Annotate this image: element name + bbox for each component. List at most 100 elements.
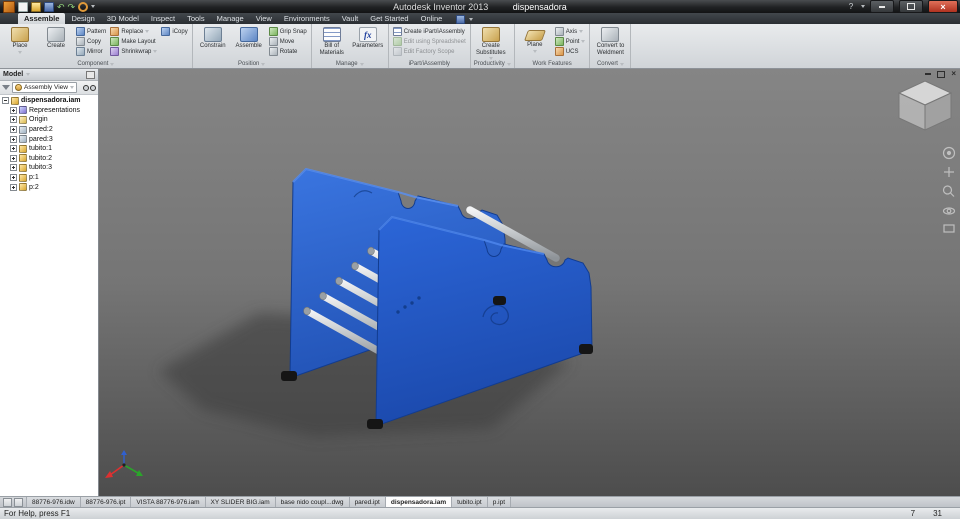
tab-environments[interactable]: Environments bbox=[278, 13, 336, 24]
doc-restore-icon[interactable] bbox=[937, 70, 946, 78]
copy-button[interactable]: Copy bbox=[75, 37, 107, 46]
doc-tab-8[interactable]: p.ipt bbox=[487, 497, 512, 507]
tree-node-tubito1[interactable]: tubito:1 bbox=[0, 144, 98, 154]
doc-tab-0[interactable]: 88776-976.idw bbox=[27, 497, 81, 507]
3d-scene-canvas[interactable] bbox=[99, 69, 960, 496]
component-group-label[interactable]: Component bbox=[3, 60, 189, 68]
orbit-icon[interactable] bbox=[942, 207, 956, 215]
doc-tab-6-active[interactable]: dispensadora.iam bbox=[385, 497, 453, 507]
qat-dropdown-icon[interactable] bbox=[91, 5, 96, 8]
create-ipart-button[interactable]: Create iPart/iAssembly bbox=[392, 27, 467, 36]
assemble-button[interactable]: Assemble bbox=[232, 25, 266, 50]
doc-tab-2[interactable]: VISTA 88776-976.iam bbox=[131, 497, 206, 507]
tree-node-representations[interactable]: Representations bbox=[0, 106, 98, 116]
shrinkwrap-button[interactable]: Shrinkwrap bbox=[109, 47, 158, 56]
tab-3d-model[interactable]: 3D Model bbox=[101, 13, 145, 24]
grip-snap-button[interactable]: Grip Snap bbox=[268, 27, 308, 36]
update-icon[interactable] bbox=[78, 1, 89, 12]
filter-icon[interactable] bbox=[2, 85, 10, 90]
tree-node-origin[interactable]: Origin bbox=[0, 115, 98, 125]
view-mode-dropdown[interactable]: Assembly View bbox=[12, 82, 77, 93]
move-button[interactable]: Move bbox=[268, 37, 308, 46]
tab-assemble[interactable]: Assemble bbox=[18, 13, 66, 24]
help-dropdown-icon[interactable] bbox=[861, 5, 865, 8]
open-file-icon[interactable] bbox=[31, 1, 41, 12]
browser-tree[interactable]: dispensadora.iam Representations Origin … bbox=[0, 95, 98, 496]
doc-close-icon[interactable]: × bbox=[951, 70, 956, 78]
help-icon[interactable]: ? bbox=[846, 2, 856, 11]
ribbon-options-icon[interactable] bbox=[469, 18, 474, 21]
tree-expander[interactable] bbox=[10, 135, 17, 143]
tree-expander[interactable] bbox=[10, 116, 17, 124]
3d-viewport[interactable]: × bbox=[99, 69, 960, 496]
convert-to-weldment-button[interactable]: Convert to Weldment bbox=[593, 25, 627, 56]
axis-button[interactable]: Axis bbox=[554, 27, 587, 36]
create-substitutes-button[interactable]: Create Substitutes bbox=[474, 25, 508, 60]
doc-tab-1[interactable]: 88776-976.ipt bbox=[80, 497, 132, 507]
inventor-logo-icon[interactable] bbox=[3, 0, 15, 13]
tab-inspect[interactable]: Inspect bbox=[145, 13, 181, 24]
place-button[interactable]: Place bbox=[3, 25, 37, 54]
tree-node-tubito2[interactable]: tubito:2 bbox=[0, 154, 98, 164]
tree-expander[interactable] bbox=[10, 174, 17, 182]
mirror-button[interactable]: Mirror bbox=[75, 47, 107, 56]
doc-tab-4[interactable]: base nido coupl...dwg bbox=[275, 497, 350, 507]
tree-expander[interactable] bbox=[10, 106, 17, 114]
tab-get-started[interactable]: Get Started bbox=[364, 13, 414, 24]
convert-group-label[interactable]: Convert bbox=[593, 60, 627, 68]
pan-icon[interactable] bbox=[944, 167, 954, 177]
look-at-icon[interactable] bbox=[943, 224, 955, 233]
navigation-wheel-icon[interactable] bbox=[942, 146, 956, 160]
tab-list-icon[interactable] bbox=[3, 497, 12, 507]
doc-minimize-icon[interactable] bbox=[925, 73, 932, 75]
create-button[interactable]: Create bbox=[39, 25, 73, 50]
close-button[interactable]: × bbox=[928, 0, 958, 13]
work-features-group-label[interactable]: Work Features bbox=[518, 60, 587, 68]
new-file-icon[interactable] bbox=[18, 1, 28, 12]
position-group-label[interactable]: Position bbox=[196, 60, 308, 68]
tree-node-tubito3[interactable]: tubito:3 bbox=[0, 163, 98, 173]
redo-icon[interactable]: ↷ bbox=[68, 2, 76, 11]
manage-group-label[interactable]: Manage bbox=[315, 60, 385, 68]
tree-expander[interactable] bbox=[10, 164, 17, 172]
tab-online[interactable]: Online bbox=[415, 13, 449, 24]
tab-arrange-icon[interactable] bbox=[14, 497, 23, 507]
tree-node-pared2[interactable]: pared:2 bbox=[0, 125, 98, 135]
zoom-icon[interactable] bbox=[942, 185, 955, 197]
browser-header[interactable]: Model bbox=[0, 69, 98, 81]
browser-options-icon[interactable] bbox=[86, 70, 95, 79]
tree-expander[interactable] bbox=[10, 126, 17, 134]
rotate-button[interactable]: Rotate bbox=[268, 47, 308, 56]
tree-node-p2[interactable]: p:2 bbox=[0, 182, 98, 192]
browser-title-dropdown-icon[interactable] bbox=[26, 73, 31, 76]
tree-node-root[interactable]: dispensadora.iam bbox=[0, 96, 98, 106]
tab-tools[interactable]: Tools bbox=[181, 13, 211, 24]
ribbon-appearance-icon[interactable] bbox=[456, 15, 466, 24]
make-layout-button[interactable]: Make Layout bbox=[109, 37, 158, 46]
pattern-button[interactable]: Pattern bbox=[75, 27, 107, 36]
doc-tab-3[interactable]: XY SLIDER BIG.iam bbox=[205, 497, 276, 507]
tab-vault[interactable]: Vault bbox=[336, 13, 365, 24]
parameters-button[interactable]: fx Parameters bbox=[351, 25, 385, 50]
tree-node-pared3[interactable]: pared:3 bbox=[0, 134, 98, 144]
tree-expander[interactable] bbox=[2, 97, 9, 105]
doc-tab-7[interactable]: tubito.ipt bbox=[452, 497, 488, 507]
icopy-button[interactable]: iCopy bbox=[160, 27, 188, 36]
tree-expander[interactable] bbox=[10, 145, 17, 153]
constrain-button[interactable]: Constrain bbox=[196, 25, 230, 50]
save-icon[interactable] bbox=[44, 1, 54, 12]
undo-icon[interactable]: ↶ bbox=[57, 2, 65, 11]
point-button[interactable]: Point bbox=[554, 37, 587, 46]
replace-button[interactable]: Replace bbox=[109, 27, 158, 36]
tree-expander[interactable] bbox=[10, 183, 17, 191]
ucs-button[interactable]: UCS bbox=[554, 47, 587, 56]
tab-manage[interactable]: Manage bbox=[211, 13, 250, 24]
tree-expander[interactable] bbox=[10, 154, 17, 162]
bill-of-materials-button[interactable]: Bill of Materials bbox=[315, 25, 349, 56]
ipart-group-label[interactable]: iPart/iAssembly bbox=[392, 60, 467, 68]
productivity-group-label[interactable]: Productivity bbox=[474, 60, 511, 68]
minimize-button[interactable] bbox=[870, 0, 894, 13]
maximize-button[interactable] bbox=[899, 0, 923, 13]
search-icon[interactable] bbox=[83, 84, 96, 91]
doc-tab-5[interactable]: pared.ipt bbox=[349, 497, 386, 507]
